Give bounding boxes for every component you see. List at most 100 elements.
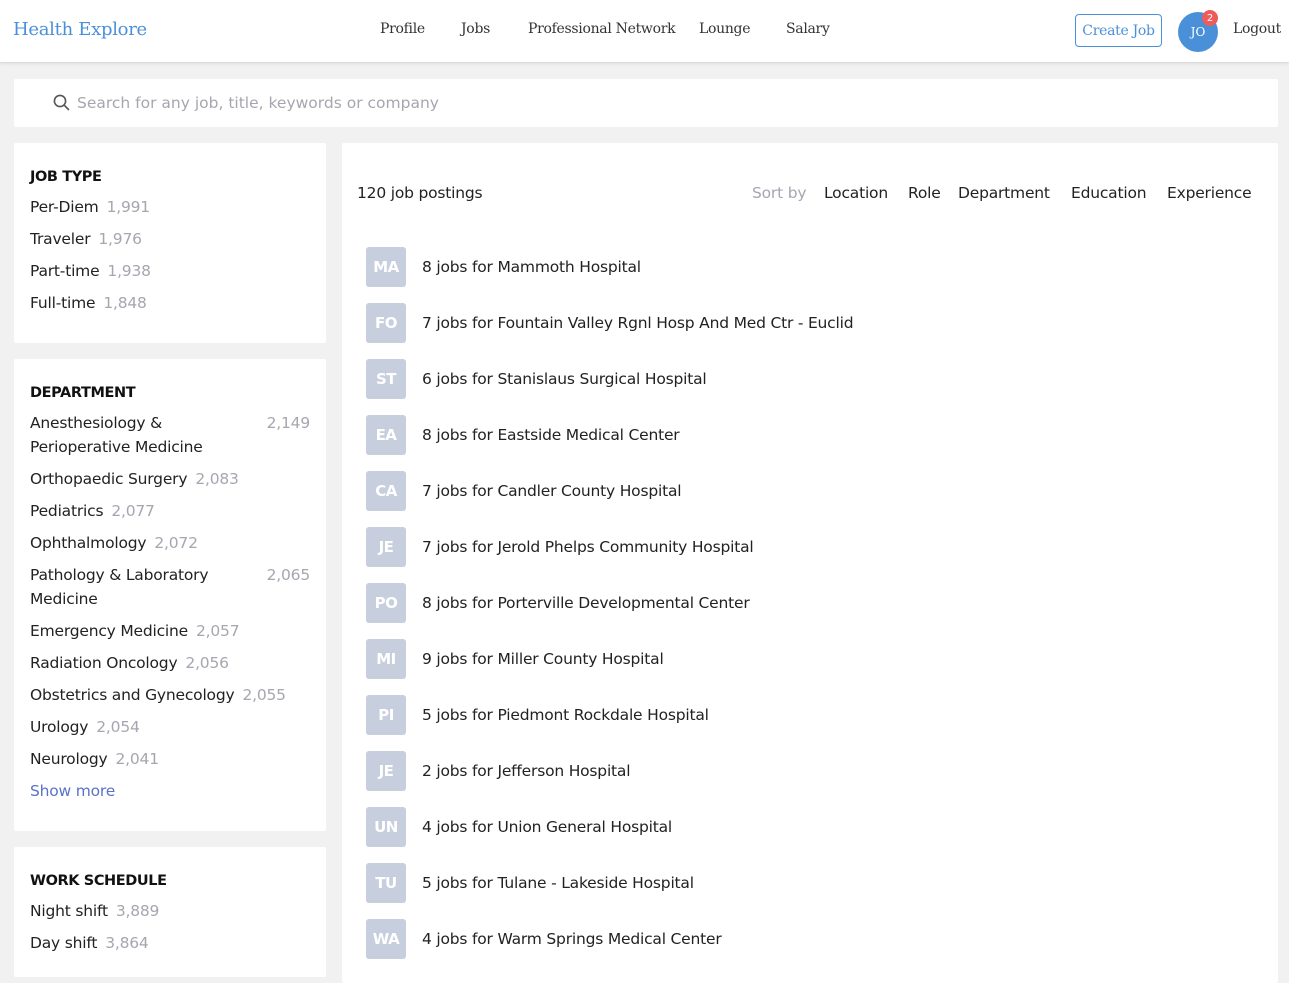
filter-item-count: 2,057	[196, 622, 240, 640]
filter-item-label: Obstetrics and Gynecology	[30, 686, 235, 704]
department-filter-card: DEPARTMENT Anesthesiology & Perioperativ…	[14, 359, 326, 831]
filter-item-count: 2,054	[96, 718, 140, 736]
work-schedule-title: WORK SCHEDULE	[30, 873, 167, 889]
filter-item-label: Emergency Medicine	[30, 622, 188, 640]
filter-item-count: 2,041	[115, 750, 159, 768]
filter-item[interactable]: Obstetrics and Gynecology 2,055	[30, 683, 310, 707]
hospital-initials-avatar: ST	[366, 359, 406, 399]
filter-item[interactable]: Radiation Oncology 2,056	[30, 651, 310, 675]
sort-bar: Sort by Location Role Department Educati…	[342, 184, 1278, 206]
job-list-item[interactable]: FO 7 jobs for Fountain Valley Rgnl Hosp …	[366, 303, 1246, 343]
filter-item[interactable]: Full-time 1,848	[30, 291, 310, 315]
filter-item-count: 3,864	[105, 934, 149, 952]
job-list-item-label[interactable]: 8 jobs for Porterville Developmental Cen…	[422, 594, 750, 612]
filter-item-count: 2,056	[185, 654, 229, 672]
filter-item[interactable]: Night shift 3,889	[30, 899, 310, 923]
hospital-initials-avatar: JE	[366, 751, 406, 791]
job-list-item-label[interactable]: 7 jobs for Jerold Phelps Community Hospi…	[422, 538, 754, 556]
job-list-item-label[interactable]: 2 jobs for Jefferson Hospital	[422, 762, 631, 780]
sort-location[interactable]: Location	[824, 184, 888, 202]
nav-profile[interactable]: Profile	[380, 21, 425, 37]
filter-item[interactable]: Part-time 1,938	[30, 259, 310, 283]
nav-salary[interactable]: Salary	[786, 21, 830, 37]
job-list-item-label[interactable]: 7 jobs for Fountain Valley Rgnl Hosp And…	[422, 314, 854, 332]
filter-item-count: 2,072	[154, 534, 198, 552]
job-list-item[interactable]: UN 4 jobs for Union General Hospital	[366, 807, 1246, 847]
filter-item-count: 2,055	[242, 686, 286, 704]
job-list-item-label[interactable]: 8 jobs for Eastside Medical Center	[422, 426, 680, 444]
notification-badge: 2	[1202, 10, 1218, 26]
job-list-item-label[interactable]: 4 jobs for Union General Hospital	[422, 818, 672, 836]
job-list-item[interactable]: JE 2 jobs for Jefferson Hospital	[366, 751, 1246, 791]
filter-item[interactable]: Anesthesiology & Perioperative Medicine …	[30, 411, 310, 459]
job-list-item-label[interactable]: 9 jobs for Miller County Hospital	[422, 650, 664, 668]
filter-item-count: 2,077	[111, 502, 155, 520]
hospital-initials-avatar: PO	[366, 583, 406, 623]
filter-item-label: Full-time	[30, 294, 96, 312]
job-type-filter-card: JOB TYPE Per-Diem 1,991 Traveler 1,976 P…	[14, 143, 326, 343]
filter-item-count: 2,065	[266, 566, 311, 584]
filter-item[interactable]: Emergency Medicine 2,057	[30, 619, 310, 643]
filter-item-count: 1,991	[106, 198, 151, 216]
filter-item[interactable]: Day shift 3,864	[30, 931, 310, 955]
filter-item-label: Per-Diem	[30, 198, 99, 216]
filter-item[interactable]: Per-Diem 1,991	[30, 195, 310, 219]
filter-item[interactable]: Urology 2,054	[30, 715, 310, 739]
filter-item[interactable]: Pathology & Laboratory Medicine 2,065	[30, 563, 310, 611]
job-list-item[interactable]: PO 8 jobs for Porterville Developmental …	[366, 583, 1246, 623]
filter-item-count: 3,889	[115, 902, 160, 920]
job-list-item[interactable]: JE 7 jobs for Jerold Phelps Community Ho…	[366, 527, 1246, 567]
search-input[interactable]	[77, 89, 1257, 117]
hospital-initials-avatar: FO	[366, 303, 406, 343]
filter-item-label: Neurology	[30, 750, 108, 768]
filter-item-label: Urology	[30, 718, 89, 736]
sort-education[interactable]: Education	[1071, 184, 1147, 202]
filter-item-label: Radiation Oncology	[30, 654, 178, 672]
filter-item-label: Night shift	[30, 902, 108, 920]
nav-jobs[interactable]: Jobs	[461, 21, 490, 37]
filter-item-label: Orthopaedic Surgery	[30, 470, 188, 488]
filter-item-count: 1,938	[107, 262, 151, 280]
search-icon	[53, 94, 70, 111]
filter-item-label: Pediatrics	[30, 502, 104, 520]
job-list-item-label[interactable]: 7 jobs for Candler County Hospital	[422, 482, 682, 500]
department-title: DEPARTMENT	[30, 385, 136, 401]
job-list-item[interactable]: ST 6 jobs for Stanislaus Surgical Hospit…	[366, 359, 1246, 399]
filter-item[interactable]: Pediatrics 2,077	[30, 499, 310, 523]
job-list-item-label[interactable]: 5 jobs for Tulane - Lakeside Hospital	[422, 874, 694, 892]
results-panel: 120 job postings Sort by Location Role D…	[342, 143, 1278, 983]
nav-lounge[interactable]: Lounge	[699, 21, 751, 37]
job-list-item-label[interactable]: 5 jobs for Piedmont Rockdale Hospital	[422, 706, 709, 724]
hospital-initials-avatar: EA	[366, 415, 406, 455]
job-list-item[interactable]: CA 7 jobs for Candler County Hospital	[366, 471, 1246, 511]
hospital-initials-avatar: WA	[366, 919, 406, 959]
hospital-initials-avatar: CA	[366, 471, 406, 511]
sort-department[interactable]: Department	[958, 184, 1050, 202]
sort-role[interactable]: Role	[908, 184, 941, 202]
filter-item-count: 1,976	[98, 230, 142, 248]
filter-item[interactable]: Ophthalmology 2,072	[30, 531, 310, 555]
job-list-item[interactable]: WA 4 jobs for Warm Springs Medical Cente…	[366, 919, 1246, 959]
job-list-item-label[interactable]: 4 jobs for Warm Springs Medical Center	[422, 930, 722, 948]
job-list-item-label[interactable]: 8 jobs for Mammoth Hospital	[422, 258, 641, 276]
sort-experience[interactable]: Experience	[1167, 184, 1252, 202]
nav-professional-network[interactable]: Professional Network	[528, 21, 676, 37]
job-list-item[interactable]: MA 8 jobs for Mammoth Hospital	[366, 247, 1246, 287]
hospital-initials-avatar: PI	[366, 695, 406, 735]
job-list-item[interactable]: PI 5 jobs for Piedmont Rockdale Hospital	[366, 695, 1246, 735]
job-list-item[interactable]: EA 8 jobs for Eastside Medical Center	[366, 415, 1246, 455]
hospital-initials-avatar: TU	[366, 863, 406, 903]
filter-item-label: Pathology & Laboratory Medicine	[30, 566, 209, 608]
top-header: Health Explore Profile Jobs Professional…	[0, 0, 1289, 63]
filter-item-label: Part-time	[30, 262, 100, 280]
create-job-button[interactable]: Create Job	[1075, 14, 1162, 47]
hospital-initials-avatar: UN	[366, 807, 406, 847]
job-list-item[interactable]: MI 9 jobs for Miller County Hospital	[366, 639, 1246, 679]
job-list-item-label[interactable]: 6 jobs for Stanislaus Surgical Hospital	[422, 370, 707, 388]
filter-item[interactable]: Traveler 1,976	[30, 227, 310, 251]
filter-item[interactable]: Orthopaedic Surgery 2,083	[30, 467, 310, 491]
job-list-item[interactable]: TU 5 jobs for Tulane - Lakeside Hospital	[366, 863, 1246, 903]
show-more-link[interactable]: Show more	[30, 779, 310, 803]
logout-link[interactable]: Logout	[1233, 21, 1281, 37]
filter-item[interactable]: Neurology 2,041	[30, 747, 310, 771]
